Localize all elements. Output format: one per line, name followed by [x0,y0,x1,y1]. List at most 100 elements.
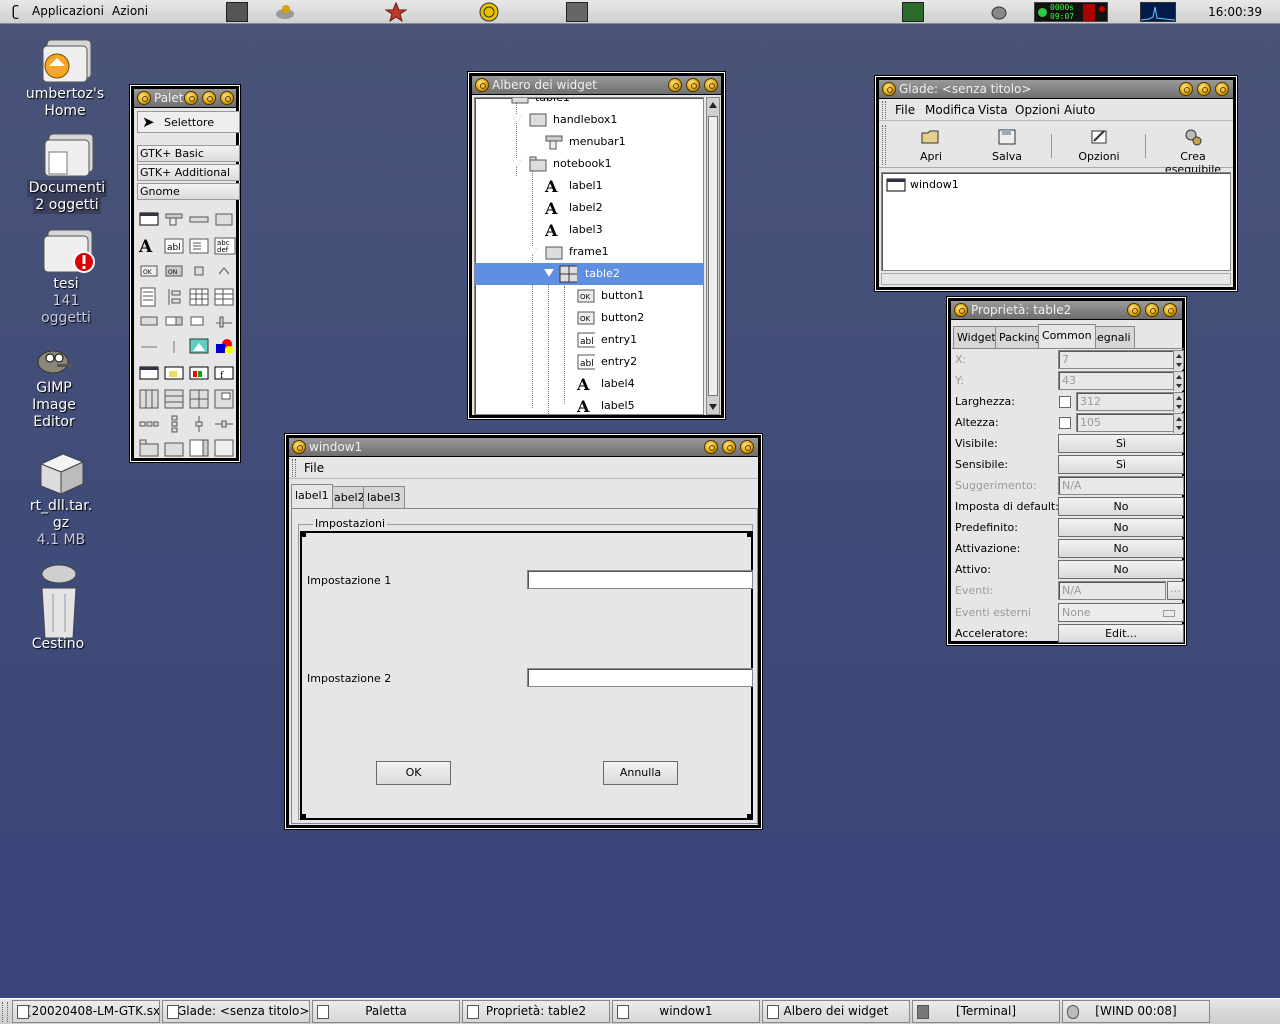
glade-titlebar[interactable]: Glade: <senza titolo> [879,80,1233,99]
toolbar-widget-icon[interactable] [189,211,209,229]
button-widget-icon[interactable]: OK [139,263,159,281]
scroll-thumb[interactable] [708,116,718,396]
option-menu-widget-icon[interactable] [139,313,159,331]
tree-row-label3[interactable]: A label3 [527,219,697,241]
notebook-widget-icon[interactable] [139,439,159,457]
hbuttonbox-widget-icon[interactable] [139,415,159,433]
window-menu-icon[interactable] [475,78,489,92]
resize-handle[interactable] [747,814,753,820]
build-button[interactable]: Crea eseguibile [1153,124,1233,176]
tree-row-label5[interactable]: A label5 [559,395,699,414]
tree-row-handlebox1[interactable]: handlebox1 [511,109,701,131]
file-selection-widget-icon[interactable] [164,365,184,383]
task-terminal[interactable]: [Terminal] [912,1000,1060,1023]
width-checkbox[interactable] [1059,396,1071,408]
minimize-icon[interactable] [686,78,700,92]
star-launcher-icon[interactable] [384,1,408,23]
combo-box-widget-icon[interactable] [164,313,184,331]
shade-icon[interactable] [668,78,682,92]
menu-vista[interactable]: Vista [978,103,1008,117]
expander-down-icon[interactable] [544,269,554,277]
prop-width-spin[interactable]: 312 [1076,392,1184,412]
menu-file[interactable]: File [895,103,915,117]
hbox-widget-icon[interactable] [139,389,159,409]
setting1-entry[interactable] [527,570,753,589]
tree-row-table1[interactable]: table1 [511,98,701,109]
task-widget-tree[interactable]: Albero dei widget [762,1000,910,1023]
scale-widget-icon[interactable] [214,313,234,331]
hpaned-widget-icon[interactable] [214,415,234,433]
ctree-widget-icon[interactable] [214,287,234,306]
combo-widget-icon[interactable] [189,237,209,255]
tree-row-entry2[interactable]: abl entry2 [559,351,699,373]
menu-aiuto[interactable]: Aiuto [1064,103,1095,117]
minimize-icon[interactable] [202,91,216,105]
network-monitor-icon[interactable] [902,2,924,22]
desktop-icon-gimp[interactable]: GIMP Image Editor [0,342,109,431]
has-focus-toggle[interactable]: No [1058,560,1184,579]
tab-widget[interactable]: Widget [953,326,1000,348]
shade-icon[interactable] [1127,303,1141,317]
palette-group-gtk-additional[interactable]: GTK+ Additional [137,164,240,181]
table2-selection[interactable]: Impostazione 1 Impostazione 2 OK Annulla [300,531,753,820]
desktop-icon-archive[interactable]: rt_dll.tar. gz 4.1 MB [6,450,116,549]
spin-arrows-icon[interactable] [1173,393,1183,412]
terminal-launcher-icon[interactable] [226,2,248,22]
tooltip-field[interactable]: N/A [1058,476,1184,495]
options-button[interactable]: Opzioni [1071,124,1127,166]
window-menu-icon[interactable] [292,440,306,454]
entry-widget-icon[interactable]: abl [164,237,184,255]
close-icon[interactable] [1163,303,1177,317]
desktop-icon-tesi[interactable]: tesi 141 oggetti [11,226,121,327]
has-default-toggle[interactable]: No [1058,518,1184,537]
widget-tree-view[interactable]: table1 handlebox1 menubar1 notebook1 A l… [474,97,704,415]
text-widget-icon[interactable]: abc def [214,237,236,255]
tree-row-label1[interactable]: A label1 [527,175,697,197]
viewport-widget-icon[interactable] [214,439,234,457]
frame-widget-icon[interactable] [164,439,184,457]
spin-arrows-icon[interactable] [1173,372,1183,391]
widget-tree-titlebar[interactable]: Albero dei widget [472,76,721,95]
tree-row-notebook1[interactable]: notebook1 [511,153,701,175]
calculator-launcher-icon[interactable] [566,2,588,22]
scroll-down-icon[interactable] [709,404,717,410]
sensitive-toggle[interactable]: Sì [1058,455,1184,474]
task-palette[interactable]: Paletta [312,1000,460,1023]
shade-icon[interactable] [1179,82,1193,96]
radio-widget-icon[interactable] [214,263,234,281]
handle-grip[interactable] [882,101,886,119]
tree-scrollbar[interactable] [706,97,720,415]
taskbar-grip[interactable] [2,1002,8,1022]
close-icon[interactable] [740,440,754,454]
resize-handle[interactable] [747,531,753,537]
gnome-foot-icon[interactable]: ʗ [12,4,19,20]
can-default-toggle[interactable]: No [1058,497,1184,516]
window-menu-icon[interactable] [137,91,151,105]
close-icon[interactable] [1215,82,1229,96]
tab-label1[interactable]: label1 [291,484,333,508]
vbuttonbox-widget-icon[interactable] [164,415,184,433]
checkbox-widget-icon[interactable] [189,263,209,281]
scroll-up-icon[interactable] [709,102,717,108]
tree-row-frame1[interactable]: frame1 [527,241,697,263]
ext-events-select[interactable]: None [1058,603,1184,622]
events-field[interactable]: N/A [1058,581,1166,600]
task-window1[interactable]: window1 [612,1000,760,1023]
drawing-area-widget-icon[interactable] [214,337,234,355]
properties-titlebar[interactable]: Proprietà: table2 [951,301,1182,320]
expander-down-icon[interactable] [512,115,522,123]
desktop-icon-home[interactable]: umbertoz's Home [10,36,120,120]
close-icon[interactable] [220,91,234,105]
palette-titlebar[interactable]: Palet [134,89,236,108]
window-widget-icon[interactable] [139,211,159,229]
scrolled-window-widget-icon[interactable] [189,439,209,457]
save-button[interactable]: Salva [979,124,1035,166]
menu-modifica[interactable]: Modifica [925,103,975,117]
prop-x-spin[interactable]: 7 [1058,350,1184,370]
window-list-item[interactable]: window1 [886,177,1006,193]
tree-row-menubar1[interactable]: menubar1 [527,131,697,153]
palette-group-gtk-basic[interactable]: GTK+ Basic [137,145,240,162]
minimize-icon[interactable] [722,440,736,454]
prop-y-spin[interactable]: 43 [1058,371,1184,391]
table-widget-icon[interactable] [189,389,209,409]
